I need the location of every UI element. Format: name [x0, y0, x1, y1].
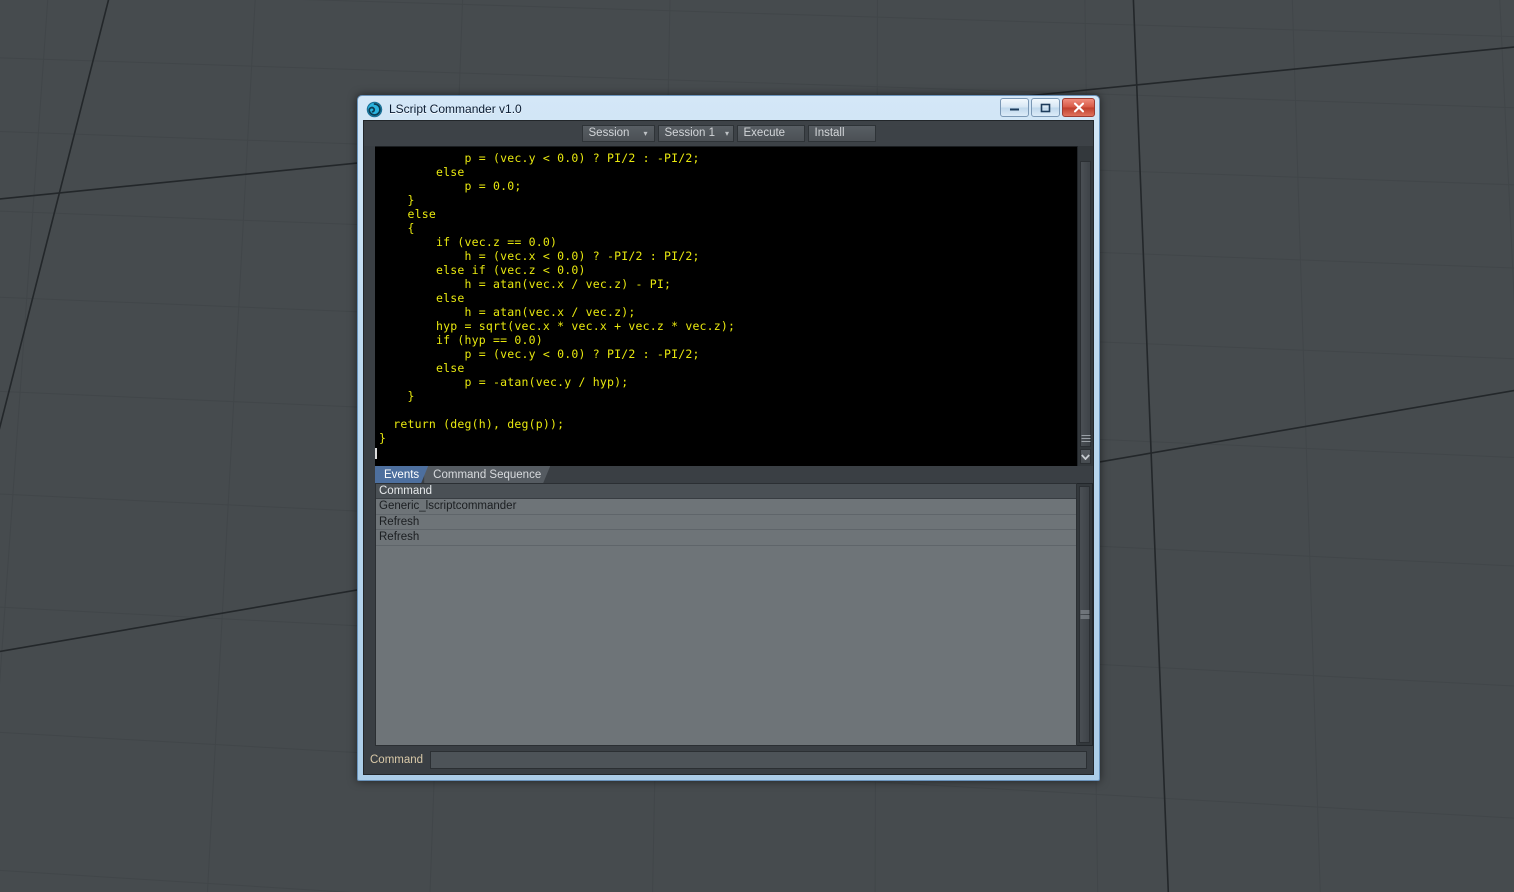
editor-vertical-scrollbar[interactable]: [1077, 146, 1093, 466]
tab-bar[interactable]: Events Command Sequence: [375, 466, 1093, 483]
lightwave-swirl-icon: [366, 101, 383, 117]
install-button-label: Install: [814, 126, 845, 139]
code-text: p = (vec.y < 0.0) ? PI/2 : -PI/2; else p…: [379, 151, 736, 445]
events-list[interactable]: Command Generic_lscriptcommander Refresh…: [375, 483, 1077, 746]
window-client-area: Session ▾ Session 1 ▾ Execute Install p …: [363, 120, 1094, 775]
editor-scrollbar-thumb[interactable]: [1080, 161, 1091, 447]
window-controls[interactable]: [1000, 98, 1095, 117]
table-row[interactable]: Refresh: [376, 530, 1076, 546]
lscript-commander-window[interactable]: LScript Commander v1.0 Session ▾ Session…: [357, 95, 1100, 781]
window-title: LScript Commander v1.0: [389, 102, 522, 116]
minimize-button[interactable]: [1000, 98, 1029, 117]
maximize-button[interactable]: [1031, 98, 1060, 117]
scrollbar-grip-icon: [1080, 610, 1089, 619]
text-caret: [375, 448, 377, 459]
column-header-command: Command: [379, 485, 433, 497]
table-row[interactable]: Refresh: [376, 514, 1076, 530]
command-bar: Command: [364, 746, 1093, 774]
chevron-down-icon: [1081, 453, 1090, 460]
window-titlebar[interactable]: LScript Commander v1.0: [363, 98, 1095, 120]
execute-button[interactable]: Execute: [736, 125, 805, 142]
scrollbar-grip-icon: [1081, 435, 1090, 442]
close-button[interactable]: [1062, 98, 1095, 117]
row-command-value: Refresh: [379, 515, 420, 528]
row-command-value: Generic_lscriptcommander: [379, 500, 517, 513]
session-select-dropdown[interactable]: Session 1 ▾: [657, 125, 734, 142]
session-select-label: Session 1: [664, 126, 716, 139]
editor-scroll-down-button[interactable]: [1080, 449, 1091, 464]
row-command-value: Refresh: [379, 531, 420, 544]
tab-command-sequence[interactable]: Command Sequence: [424, 466, 550, 483]
list-scrollbar-thumb[interactable]: [1079, 486, 1090, 743]
editor-region: p = (vec.y < 0.0) ? PI/2 : -PI/2; else p…: [364, 146, 1093, 466]
list-empty-space[interactable]: [376, 545, 1076, 745]
tab-command-sequence-label: Command Sequence: [433, 468, 542, 481]
tab-events[interactable]: Events: [375, 466, 428, 483]
maximize-icon: [1040, 103, 1051, 112]
chevron-down-icon: ▾: [643, 128, 648, 138]
code-editor[interactable]: p = (vec.y < 0.0) ? PI/2 : -PI/2; else p…: [375, 146, 1077, 466]
list-vertical-scrollbar[interactable]: [1077, 483, 1093, 746]
toolbar: Session ▾ Session 1 ▾ Execute Install: [364, 121, 1093, 146]
chevron-down-icon: ▾: [725, 128, 730, 138]
events-list-region: Command Generic_lscriptcommander Refresh…: [375, 483, 1093, 746]
command-input-label: Command: [370, 754, 424, 766]
table-row[interactable]: Generic_lscriptcommander: [376, 499, 1076, 515]
tab-events-label: Events: [384, 468, 420, 481]
install-button[interactable]: Install: [807, 125, 876, 142]
session-dropdown[interactable]: Session ▾: [581, 125, 655, 142]
execute-button-label: Execute: [743, 126, 786, 139]
session-dropdown-label: Session: [588, 126, 630, 139]
list-column-header: Command: [376, 484, 1076, 499]
command-input[interactable]: [430, 751, 1087, 769]
close-icon: [1073, 102, 1084, 113]
minimize-icon: [1010, 108, 1019, 111]
